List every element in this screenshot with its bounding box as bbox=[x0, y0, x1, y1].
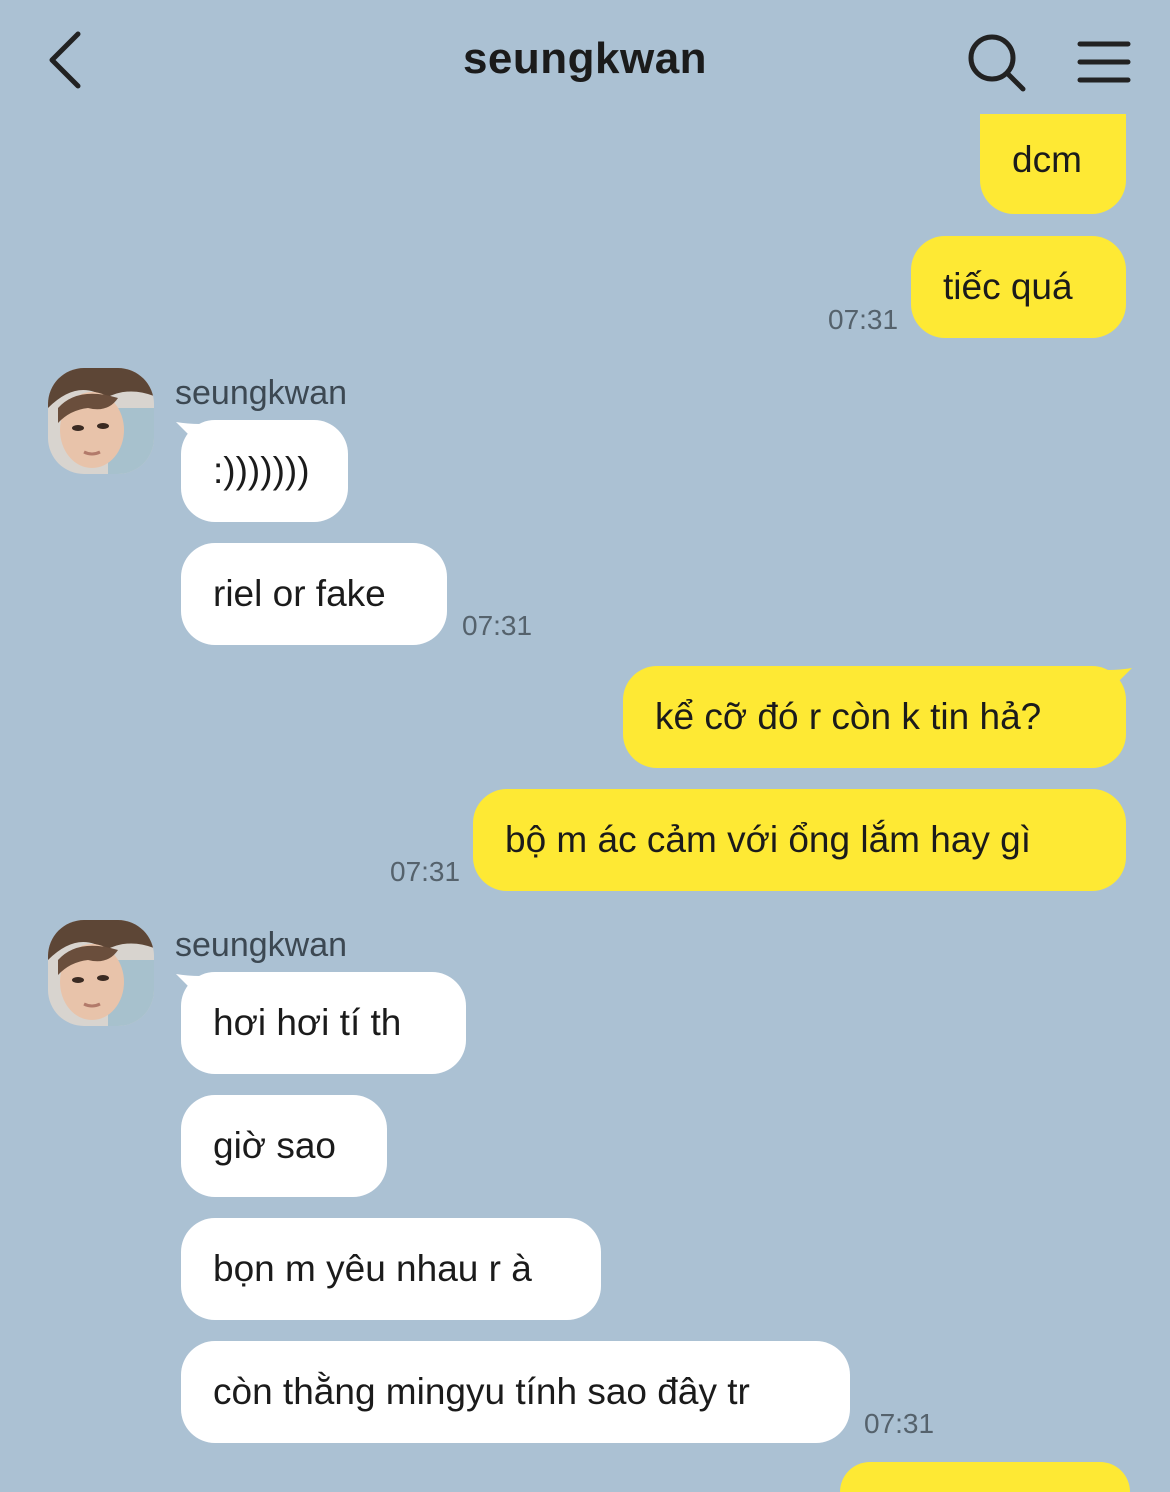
outgoing-message[interactable]: bộ m ác cảm với ổng lắm hay gì bbox=[473, 789, 1126, 891]
chat-header: seungkwan bbox=[0, 0, 1170, 120]
message-timestamp: 07:31 bbox=[462, 610, 533, 641]
sender-name: seungkwan bbox=[175, 926, 348, 964]
avatar[interactable] bbox=[48, 920, 154, 1026]
incoming-message[interactable]: hơi hơi tí th bbox=[181, 972, 466, 1074]
incoming-message[interactable]: bọn m yêu nhau r à bbox=[181, 1218, 601, 1320]
avatar[interactable] bbox=[48, 368, 154, 474]
incoming-message[interactable]: :))))))) bbox=[181, 420, 348, 522]
incoming-message[interactable]: riel or fake bbox=[181, 543, 447, 645]
outgoing-message[interactable]: tiếc quá bbox=[911, 236, 1126, 338]
incoming-message[interactable]: giờ sao bbox=[181, 1095, 387, 1197]
message-timestamp: 07:31 bbox=[828, 304, 899, 335]
incoming-message[interactable]: còn thằng mingyu tính sao đây tr bbox=[181, 1341, 850, 1443]
outgoing-message[interactable]: dcm bbox=[980, 114, 1126, 214]
message-timestamp: 07:31 bbox=[390, 856, 461, 887]
message-timestamp: 07:31 bbox=[864, 1408, 935, 1439]
avatar-photo bbox=[48, 368, 154, 474]
outgoing-message[interactable]: kể cỡ đó r còn k tin hả? bbox=[623, 666, 1126, 768]
search-icon[interactable] bbox=[966, 32, 1028, 94]
hamburger-menu-icon[interactable] bbox=[1074, 38, 1132, 86]
avatar-photo bbox=[48, 920, 154, 1026]
sender-name: seungkwan bbox=[175, 374, 348, 412]
outgoing-message-partial[interactable] bbox=[840, 1462, 1130, 1492]
